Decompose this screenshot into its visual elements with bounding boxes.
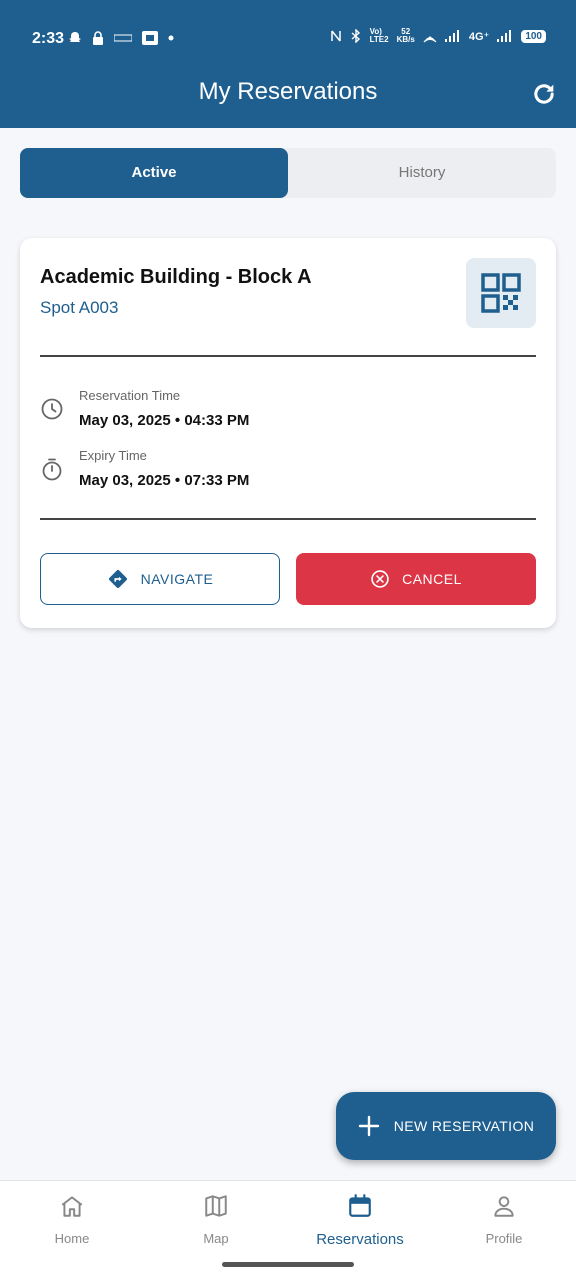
directions-icon (108, 570, 127, 588)
dot-icon (168, 35, 174, 41)
app-notification-icon (142, 31, 158, 45)
nav-item-home[interactable]: Home (0, 1191, 144, 1251)
new-reservation-label: NEW RESERVATION (393, 1118, 535, 1134)
hotspot-icon (423, 36, 437, 43)
tab-active[interactable]: Active (20, 148, 288, 198)
lock-icon (93, 31, 103, 45)
refresh-icon[interactable] (530, 80, 558, 108)
cancel-circle-icon (371, 570, 389, 588)
timer-icon (42, 458, 62, 481)
page-title: My Reservations (198, 78, 378, 105)
network-speed: 52 KB/s (396, 27, 415, 44)
new-reservation-button[interactable]: NEW RESERVATION (336, 1092, 556, 1160)
plus-icon (358, 1115, 379, 1137)
expiry-time-value: May 03, 2025 • 07:33 PM (79, 472, 250, 489)
reservation-time-value: May 03, 2025 • 04:33 PM (79, 412, 250, 429)
map-icon (205, 1195, 227, 1217)
nav-item-map[interactable]: Map (144, 1191, 288, 1251)
signal-icon (444, 30, 459, 42)
divider (40, 355, 536, 357)
app-bar: My Reservations (0, 60, 576, 128)
network-type: 4G⁺ (468, 30, 490, 43)
home-indicator[interactable] (222, 1262, 354, 1267)
hbl-icon (114, 34, 132, 42)
clock-icon (41, 398, 63, 420)
location-name: Academic Building - Block A (40, 266, 312, 288)
system-status-icons: Vo) LTE2 52 KB/s 4G⁺ 100 (330, 28, 546, 44)
reservation-tabs: Active History (20, 148, 556, 198)
status-bar: 2:33 Vo) LTE2 52 KB/s 4G⁺ 100 (0, 0, 576, 60)
qr-code-icon (481, 273, 521, 313)
navigate-label: NAVIGATE (140, 571, 214, 587)
tab-history[interactable]: History (288, 148, 556, 198)
signal-icon-2 (497, 30, 512, 42)
reservation-time-label: Reservation Time (79, 388, 181, 403)
nav-label-profile: Profile (485, 1231, 523, 1246)
calendar-icon (349, 1194, 371, 1217)
snapchat-icon (69, 32, 81, 42)
home-icon (61, 1196, 83, 1217)
qr-code-button[interactable] (466, 258, 536, 328)
expiry-time-label: Expiry Time (79, 448, 147, 463)
nav-label-map: Map (203, 1231, 229, 1246)
reservation-card: Academic Building - Block A Spot A003 Re… (20, 238, 556, 628)
bluetooth-icon (351, 29, 360, 43)
cancel-button[interactable]: CANCEL (296, 553, 536, 605)
nfc-icon (330, 30, 341, 42)
nav-item-profile[interactable]: Profile (432, 1191, 576, 1251)
volte-indicator: Vo) LTE2 (369, 27, 389, 44)
navigate-button[interactable]: NAVIGATE (40, 553, 280, 605)
cancel-label: CANCEL (402, 571, 462, 587)
nav-label-reservations: Reservations (316, 1231, 404, 1248)
status-time: 2:33 (32, 30, 65, 47)
spot-label: Spot A003 (40, 298, 119, 317)
nav-item-reservations[interactable]: Reservations (288, 1191, 432, 1251)
nav-label-home: Home (54, 1231, 90, 1246)
person-icon (494, 1196, 514, 1217)
notification-icons (68, 31, 174, 45)
battery-indicator: 100 (521, 29, 546, 43)
divider (40, 518, 536, 520)
